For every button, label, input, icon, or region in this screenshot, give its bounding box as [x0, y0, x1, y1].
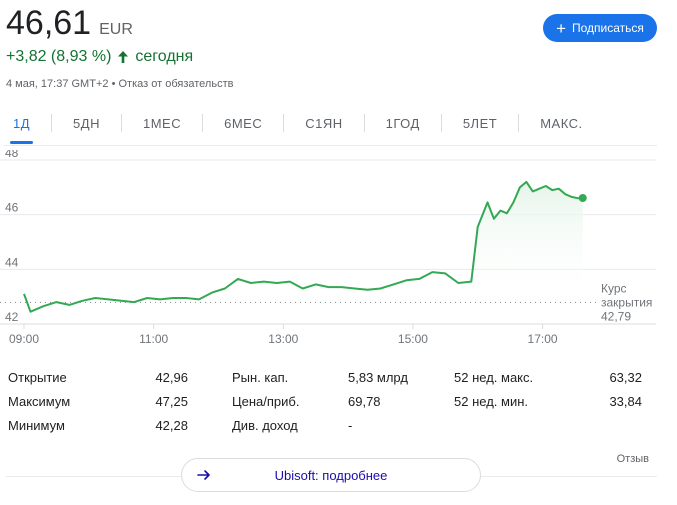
stat-label-pe: Цена/приб.	[232, 394, 300, 409]
disclaimer-link[interactable]: Отказ от обязательств	[118, 78, 233, 90]
x-tick-label: 15:00	[398, 332, 428, 346]
tab-1y[interactable]: 1ГОД	[377, 108, 429, 138]
plus-icon: +	[556, 18, 567, 38]
currency-label: EUR	[99, 21, 133, 38]
stat-value-pe: 69,78	[348, 394, 381, 409]
series-area	[477, 181, 583, 303]
last-price-dot	[578, 193, 587, 202]
tab-1m[interactable]: 1МЕС	[134, 108, 190, 138]
tab-divider	[363, 114, 365, 132]
stat-label-low: Минимум	[8, 418, 65, 433]
arrow-right-icon	[196, 467, 212, 483]
stat-label-dividend: Див. доход	[232, 418, 298, 433]
more-info-label: Ubisoft: подробнее	[274, 467, 388, 483]
y-tick-label: 46	[5, 201, 19, 215]
tab-divider	[283, 114, 285, 132]
tabs-divider	[4, 145, 657, 146]
quote-timestamp: 4 мая, 17:37 GMT+2	[6, 78, 109, 90]
more-info-button[interactable]: Ubisoft: подробнее	[181, 458, 481, 492]
price-change-row: +3,82 (8,93 %) сегодня	[6, 48, 193, 66]
y-tick-label: 44	[5, 255, 19, 269]
price-row: 46,61 EUR	[6, 4, 133, 43]
arrow-up-icon	[117, 50, 129, 64]
feedback-link[interactable]: Отзыв	[617, 453, 649, 465]
tab-ytd[interactable]: С1ЯН	[296, 108, 351, 138]
tab-divider	[518, 114, 520, 132]
tab-6m[interactable]: 6МЕС	[215, 108, 271, 138]
stat-value-dividend: -	[348, 418, 353, 433]
x-tick-label: 11:00	[139, 332, 168, 346]
x-tick-label: 17:00	[528, 332, 558, 346]
price-chart[interactable]: 42 44 46 48 09:00 11:00 13:00 15:00 17:00 Курсзак…	[0, 150, 677, 350]
current-price: 46,61	[6, 4, 92, 42]
meta-separator: •	[111, 78, 116, 90]
stat-label-open: Открытие	[8, 370, 67, 385]
stat-label-high: Максимум	[8, 394, 71, 409]
previous-close-label: закрытия	[601, 295, 652, 309]
subscribe-button[interactable]: + Подписаться	[543, 14, 657, 42]
stat-value-market-cap: 5,83 млрд	[348, 370, 408, 385]
stat-value-52w-high: 63,32	[609, 370, 642, 385]
tab-divider	[51, 114, 53, 132]
previous-close-value: 42,79	[601, 309, 631, 323]
tab-1d[interactable]: 1Д	[4, 108, 39, 144]
stat-label-52w-high: 52 нед. макс.	[454, 370, 534, 385]
quote-meta: 4 мая, 17:37 GMT+2 • Отказ от обязательс…	[6, 78, 233, 90]
stat-value-open: 42,96	[155, 370, 188, 385]
y-tick-label: 48	[5, 150, 19, 160]
stat-value-low: 42,28	[155, 418, 188, 433]
tab-5d[interactable]: 5ДН	[64, 108, 109, 138]
stat-label-52w-low: 52 нед. мин.	[454, 394, 528, 409]
price-change: +3,82 (8,93 %)	[6, 48, 112, 65]
subscribe-label: Подписаться	[572, 21, 644, 35]
change-period: сегодня	[135, 48, 194, 65]
tab-5y[interactable]: 5ЛЕТ	[454, 108, 506, 138]
previous-close-label: Курс	[601, 281, 627, 295]
x-tick-label: 09:00	[9, 332, 39, 346]
tab-divider	[202, 114, 204, 132]
y-tick-label: 42	[5, 310, 19, 324]
stat-value-high: 47,25	[155, 394, 188, 409]
x-tick-label: 13:00	[268, 332, 298, 346]
tab-max[interactable]: МАКС.	[531, 108, 591, 138]
tab-divider	[120, 114, 122, 132]
stat-label-market-cap: Рын. кап.	[232, 370, 289, 385]
tab-divider	[440, 114, 442, 132]
stat-value-52w-low: 33,84	[609, 394, 642, 409]
range-tabs: 1Д 5ДН 1МЕС 6МЕС С1ЯН 1ГОД 5ЛЕТ МАКС.	[4, 108, 592, 144]
